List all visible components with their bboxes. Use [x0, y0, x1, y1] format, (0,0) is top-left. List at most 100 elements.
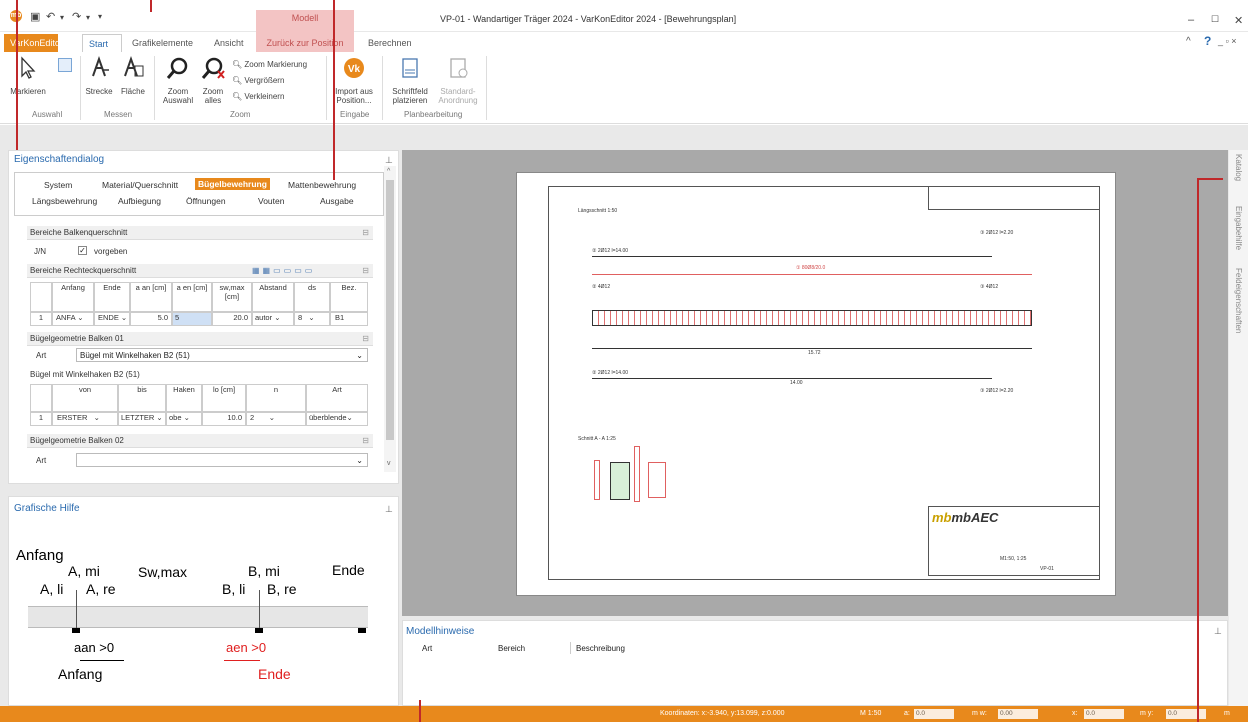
section-bereiche-balkenquerschnitt[interactable]: Bereiche Balkenquerschnitt ⊟ [27, 226, 373, 240]
zoom-markierung-button[interactable]: 🔍︎ Zoom Markierung [232, 60, 307, 69]
scale-readout: M 1:50 [860, 710, 882, 717]
table-toolbar-icons[interactable]: ▦▦▭▭▭▭ [252, 266, 315, 275]
w-input[interactable]: 0.00 [998, 709, 1038, 719]
tab-oeffnungen[interactable]: Öffnungen [186, 196, 226, 206]
column-header[interactable]: Art [422, 644, 432, 653]
restore-icon[interactable]: _ ▫ × [1218, 36, 1236, 46]
customize-toolbar-icon[interactable]: ▾ [98, 12, 102, 21]
anfang-select[interactable]: ANFA ⌄ [52, 312, 94, 326]
collapse-icon[interactable]: ⊟ [362, 332, 369, 346]
swmax-input[interactable]: 20.0 [212, 312, 252, 326]
pin-icon[interactable]: ⊥ [385, 504, 393, 515]
collapse-icon[interactable]: ⊟ [362, 264, 369, 278]
tab-start[interactable]: Start [82, 34, 122, 52]
flaeche-button[interactable]: Fläche [118, 56, 148, 96]
ds-select[interactable]: 8 ⌄ [294, 312, 330, 326]
tab-vouten[interactable]: Vouten [258, 196, 284, 206]
art-table-select[interactable]: überblende⌄ [306, 412, 368, 426]
collapse-ribbon-icon[interactable]: ^ [1186, 36, 1191, 47]
import-aus-position-button[interactable]: Vk Import aus Position... [330, 56, 378, 105]
ende-value: ENDE [98, 313, 119, 322]
aen-input[interactable]: 5 [172, 312, 212, 326]
haken-select[interactable]: obe ⌄ [166, 412, 202, 426]
section-buegelgeometrie-02[interactable]: Bügelgeometrie Balken 02 ⊟ [27, 434, 373, 448]
collapse-icon[interactable]: ⊟ [362, 226, 369, 240]
side-tab-eingabehilfe[interactable]: Eingabehilfe [1234, 206, 1243, 250]
undo-dropdown-icon[interactable]: ▾ [60, 13, 64, 22]
table-header: Abstand [252, 282, 294, 312]
select-area-icon[interactable] [58, 58, 72, 72]
zoom-alles-button[interactable]: Zoom alles [196, 56, 230, 105]
side-tab-feldeigenschaften[interactable]: Feldeigenschaften [1234, 268, 1243, 333]
bez-input[interactable]: B1 [330, 312, 368, 326]
scroll-down-icon[interactable]: v [387, 460, 391, 467]
pin-icon[interactable]: ⊥ [1214, 626, 1222, 637]
standard-label: Standard-Anordnung [438, 87, 478, 105]
scrollbar-thumb[interactable] [386, 180, 394, 440]
bis-select[interactable]: LETZTER ⌄ [118, 412, 166, 426]
undo-icon[interactable]: ↶ [46, 10, 55, 23]
vergroessern-button[interactable]: 🔍︎ Vergrößern [232, 76, 284, 85]
jn-label: J/N [34, 247, 46, 256]
aan-input[interactable]: 5.0 [130, 312, 172, 326]
section-title: Bügelgeometrie Balken 01 [30, 334, 124, 343]
ende-select[interactable]: ENDE ⌄ [94, 312, 130, 326]
close-icon[interactable]: ✕ [1234, 14, 1243, 27]
zoom-alles-label: Zoom alles [202, 87, 224, 105]
tab-varkoneditor[interactable]: VarKonEditor [4, 34, 63, 52]
von-select[interactable]: ERSTER ⌄ [52, 412, 118, 426]
collapse-icon[interactable]: ⊟ [362, 434, 369, 448]
column-header[interactable]: Bereich [498, 644, 525, 653]
pin-icon[interactable]: ⊥ [385, 155, 393, 166]
redo-dropdown-icon[interactable]: ▾ [86, 13, 90, 22]
y-input[interactable]: 0.0 [1166, 709, 1206, 719]
scroll-up-icon[interactable]: ^ [387, 168, 390, 175]
redo-icon[interactable]: ↷ [72, 10, 81, 23]
tab-grafikelemente[interactable]: Grafikelemente [126, 34, 199, 52]
art-select[interactable]: Bügel mit Winkelhaken B2 (51) ⌄ [76, 348, 368, 362]
group-label-messen: Messen [104, 110, 133, 119]
tab-ansicht[interactable]: Ansicht [208, 34, 250, 52]
section-buegelgeometrie-01[interactable]: Bügelgeometrie Balken 01 ⊟ [27, 332, 373, 346]
minimize-icon[interactable]: – [1188, 14, 1194, 26]
x-input[interactable]: 0.0 [1084, 709, 1124, 719]
save-icon[interactable]: ▣ [30, 10, 40, 23]
table-header: ds [294, 282, 330, 312]
maximize-icon[interactable]: ☐ [1211, 14, 1219, 25]
art2-select[interactable]: ⌄ [76, 453, 368, 467]
side-tab-katalog[interactable]: Katalog [1234, 154, 1243, 181]
help-icon[interactable]: ? [1204, 34, 1211, 48]
verkleinern-button[interactable]: 🔍︎ Verkleinern [232, 92, 284, 101]
bar-label: ② 2Ø12 l=14.00 [592, 370, 629, 376]
bar-label: ③ 2Ø12 l=2.20 [980, 388, 1014, 394]
strecke-button[interactable]: Strecke [84, 56, 114, 96]
tab-berechnen[interactable]: Berechnen [362, 34, 418, 52]
x-label: x: [1072, 710, 1078, 717]
tab-buegelbewehrung[interactable]: Bügelbewehrung [195, 178, 270, 190]
angle-input[interactable]: 0.0 [914, 709, 954, 719]
table-header: a an [cm] [130, 282, 172, 312]
tab-ausgabe[interactable]: Ausgabe [320, 196, 354, 206]
section-bereiche-rechteckquerschnitt[interactable]: Bereiche Rechteckquerschnitt ⊟ [27, 264, 373, 278]
zoom-auswahl-label: Zoom Auswahl [162, 87, 194, 105]
abstand-select[interactable]: autor ⌄ [252, 312, 294, 326]
tab-mattenbewehrung[interactable]: Mattenbewehrung [288, 180, 356, 190]
tab-system[interactable]: System [44, 180, 72, 190]
group-separator [154, 56, 155, 120]
column-header[interactable]: Beschreibung [576, 644, 625, 653]
tab-aufbiegung[interactable]: Aufbiegung [118, 196, 161, 206]
n-select[interactable]: 2 ⌄ [246, 412, 306, 426]
zoom-auswahl-button[interactable]: Zoom Auswahl [160, 56, 196, 105]
standard-anordnung-button[interactable]: Standard-Anordnung [434, 56, 482, 105]
group-separator [80, 56, 81, 120]
vorgeben-checkbox[interactable]: ✓ [78, 246, 87, 255]
group-label-auswahl: Auswahl [32, 110, 63, 119]
markieren-button[interactable]: Markieren [8, 56, 48, 96]
schriftfeld-platzieren-button[interactable]: Schriftfeld platzieren [388, 56, 432, 105]
section-title: Bügelgeometrie Balken 02 [30, 436, 124, 445]
tab-zurueck-zur-position[interactable]: Zurück zur Position [256, 34, 354, 52]
strecke-label: Strecke [85, 87, 113, 96]
tab-material-querschnitt[interactable]: Material/Querschnitt [102, 180, 178, 190]
tab-laengsbewehrung[interactable]: Längsbewehrung [32, 196, 97, 206]
lo-input[interactable]: 10.0 [202, 412, 246, 426]
